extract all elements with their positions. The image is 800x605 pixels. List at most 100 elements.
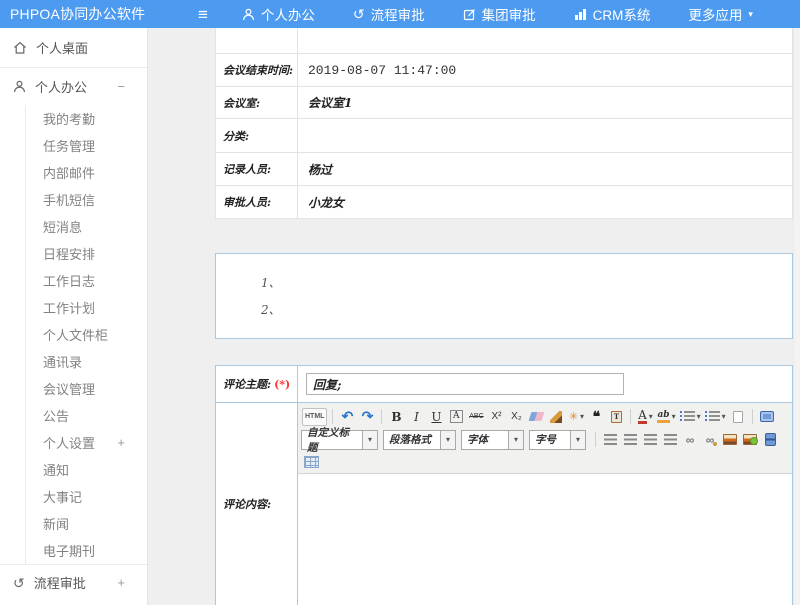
- divider: [381, 409, 382, 424]
- subscript-button[interactable]: X₂: [507, 408, 525, 426]
- hamburger-menu-icon[interactable]: ≡: [192, 6, 214, 23]
- redo-icon[interactable]: ↷: [358, 408, 376, 426]
- sidebar-item-contacts[interactable]: 通讯录: [26, 348, 147, 375]
- sidebar-item-label: 通讯录: [43, 352, 82, 371]
- sidebar-item-personal-settings[interactable]: 个人设置 +: [26, 429, 147, 456]
- edit-icon: [463, 8, 476, 21]
- table-row-approver: 审批人员: 小龙女: [216, 186, 792, 219]
- expand-icon[interactable]: +: [117, 435, 125, 450]
- sidebar-item-events[interactable]: 大事记: [26, 483, 147, 510]
- font-color-button[interactable]: A▾: [636, 408, 654, 426]
- sidebar-item-label: 个人文件柜: [43, 325, 108, 344]
- unordered-list-button[interactable]: ▾: [704, 408, 727, 426]
- sidebar-item-meeting-management[interactable]: 会议管理: [26, 375, 147, 402]
- nav-label: 个人办公: [261, 4, 315, 24]
- insert-media-button[interactable]: [761, 431, 779, 449]
- comment-subject-row: 评论主题: (*) 回复;: [216, 366, 792, 403]
- font-size-select[interactable]: 字号 ▾: [529, 430, 586, 450]
- toolbar-row-3: [301, 451, 789, 472]
- sidebar-item-label: 会议管理: [43, 379, 95, 398]
- sidebar-item-work-log[interactable]: 工作日志: [26, 267, 147, 294]
- nav-more-apps[interactable]: 更多应用 ▾: [688, 4, 753, 24]
- underline-button[interactable]: U: [427, 408, 445, 426]
- sidebar-item-news[interactable]: 新闻: [26, 510, 147, 537]
- align-right-button[interactable]: [641, 431, 659, 449]
- expand-icon[interactable]: +: [117, 575, 125, 590]
- sidebar-item-notice[interactable]: 通知: [26, 456, 147, 483]
- chevron-down-icon: ▾: [672, 412, 676, 421]
- divider: [595, 432, 596, 447]
- media-icon: [765, 433, 776, 446]
- remove-link-button[interactable]: ∞: [701, 431, 719, 449]
- unordered-list-icon: [709, 411, 720, 422]
- comment-subject-label: 评论主题: (*): [216, 366, 298, 402]
- editor-toolbar: HTML ↶ ↷ B I U A ABC X² X₂ ✳: [298, 403, 792, 474]
- blockquote-button[interactable]: ❝: [587, 408, 605, 426]
- sidebar-section-workflow-approval[interactable]: ↺ 流程审批 +: [0, 564, 147, 600]
- justify-button[interactable]: [661, 431, 679, 449]
- wand-icon: ✳: [569, 410, 578, 423]
- font-border-button[interactable]: A: [450, 410, 463, 423]
- comment-subject-input[interactable]: 回复;: [306, 373, 624, 395]
- sidebar-item-schedule[interactable]: 日程安排: [26, 240, 147, 267]
- sidebar-item-announcement[interactable]: 公告: [26, 402, 147, 429]
- paste-text-button[interactable]: T: [607, 408, 625, 426]
- sidebar-item-internal-mail[interactable]: 内部邮件: [26, 159, 147, 186]
- sidebar-item-label: 通知: [43, 460, 69, 479]
- html-source-button[interactable]: HTML: [302, 408, 327, 426]
- superscript-button[interactable]: X²: [487, 408, 505, 426]
- sidebar-item-sms[interactable]: 手机短信: [26, 186, 147, 213]
- paragraph-format-select[interactable]: 段落格式 ▾: [383, 430, 456, 450]
- strikethrough-button[interactable]: ABC: [467, 408, 485, 426]
- sidebar-section-personal-office[interactable]: 个人办公 −: [0, 68, 147, 105]
- sidebar-item-file-cabinet[interactable]: 个人文件柜: [26, 321, 147, 348]
- new-page-button[interactable]: [729, 408, 747, 426]
- insert-image-button[interactable]: [721, 431, 739, 449]
- field-value: 小龙女: [298, 186, 792, 218]
- collapse-icon[interactable]: −: [117, 79, 125, 94]
- auto-typeset-button[interactable]: ✳▾: [567, 408, 585, 426]
- sidebar-item-e-journal[interactable]: 电子期刊: [26, 537, 147, 564]
- sidebar-item-desktop[interactable]: 个人桌面: [0, 28, 147, 68]
- sidebar-item-short-message[interactable]: 短消息: [26, 213, 147, 240]
- sidebar-item-label: 大事记: [43, 487, 82, 506]
- custom-title-select[interactable]: 自定义标题 ▾: [301, 430, 378, 450]
- align-center-button[interactable]: [621, 431, 639, 449]
- history-icon: ↺: [353, 7, 365, 21]
- nav-label: 更多应用: [688, 4, 742, 24]
- align-left-icon: [604, 434, 617, 445]
- insert-link-button[interactable]: ∞: [681, 431, 699, 449]
- italic-button[interactable]: I: [407, 408, 425, 426]
- undo-icon[interactable]: ↶: [338, 408, 356, 426]
- minutes-line: 1、: [261, 274, 792, 301]
- nav-crm-system[interactable]: CRM系统: [574, 4, 651, 24]
- editor-content-area[interactable]: [298, 474, 792, 605]
- field-value: 2019-08-07 11:47:00: [298, 54, 792, 86]
- minutes-line: 2、: [261, 301, 792, 328]
- nav-personal-office[interactable]: 个人办公: [242, 4, 315, 24]
- sidebar-item-attendance[interactable]: 我的考勤: [26, 105, 147, 132]
- sidebar-item-label: 日程安排: [43, 244, 95, 263]
- comment-content-label: 评论内容:: [216, 403, 298, 605]
- nav-group-approval[interactable]: 集团审批: [463, 4, 536, 24]
- insert-table-button[interactable]: [302, 453, 320, 471]
- bold-button[interactable]: B: [387, 408, 405, 426]
- sidebar-item-tasks[interactable]: 任务管理: [26, 132, 147, 159]
- align-left-button[interactable]: [601, 431, 619, 449]
- sidebar-item-work-plan[interactable]: 工作计划: [26, 294, 147, 321]
- justify-icon: [664, 434, 677, 445]
- comment-form: 评论主题: (*) 回复; 评论内容: HTML ↶ ↷: [215, 365, 793, 605]
- image-icon: [723, 434, 737, 445]
- font-family-select[interactable]: 字体 ▾: [461, 430, 524, 450]
- format-painter-button[interactable]: [547, 408, 565, 426]
- field-value: 杨过: [298, 153, 792, 185]
- highlight-color-button[interactable]: ab▾: [656, 408, 676, 426]
- fullscreen-button[interactable]: [758, 408, 776, 426]
- vertical-scrollbar[interactable]: [793, 28, 800, 605]
- upload-image-button[interactable]: [741, 431, 759, 449]
- ordered-list-button[interactable]: ▾: [679, 408, 702, 426]
- nav-workflow-approval[interactable]: ↺ 流程审批: [353, 4, 425, 24]
- eraser-button[interactable]: [527, 408, 545, 426]
- divider: [630, 409, 631, 424]
- field-label: 记录人员:: [216, 153, 298, 185]
